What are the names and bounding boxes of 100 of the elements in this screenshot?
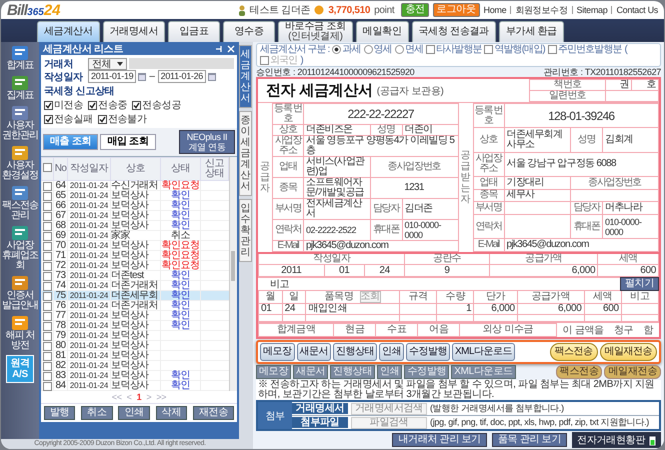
nav-tab[interactable]: 입금표: [168, 21, 220, 42]
status-checkbox[interactable]: 전송중: [88, 98, 128, 112]
status-checkbox[interactable]: 전송불가: [98, 112, 147, 126]
option-checkbox[interactable]: 역발행(매입): [484, 44, 545, 55]
list-row[interactable]: 83 2011-01-24 보덕상사 확인: [42, 371, 228, 381]
header-link[interactable]: Contact Us: [616, 5, 658, 15]
row-checkbox[interactable]: [43, 292, 52, 300]
sidebar-label[interactable]: 해피 처방전: [2, 331, 38, 351]
footer-button[interactable]: 품목 관리 보기: [492, 433, 568, 447]
side-tab[interactable]: 세금계산서: [239, 45, 252, 108]
pin-icon[interactable]: [215, 44, 223, 52]
scrollbar[interactable]: [229, 157, 237, 391]
sidebar-label[interactable]: 합계표: [2, 61, 38, 71]
list-row[interactable]: 72 2011-01-24 보덕상사 확인요청: [42, 261, 228, 271]
option-checkbox[interactable]: 주민번호발행분: [548, 44, 622, 55]
list-row[interactable]: 80 2011-01-24 보덕상사: [42, 341, 228, 351]
row-checkbox[interactable]: [43, 232, 52, 240]
row-checkbox[interactable]: [43, 332, 52, 340]
toolbar-button[interactable]: 메모장: [260, 343, 294, 361]
side-tab[interactable]: 입수확관리: [239, 199, 252, 262]
row-checkbox[interactable]: [43, 312, 52, 320]
list-row[interactable]: 64 2011-01-24 수신거래처 확인요청: [42, 180, 228, 191]
row-checkbox[interactable]: [43, 372, 52, 380]
list-row[interactable]: 75 2011-01-24 더존세무회 확인: [42, 291, 228, 301]
sidebar-label[interactable]: 인증서 발급안내: [2, 291, 38, 311]
list-row[interactable]: 67 2011-01-24 보덕상사 확인: [42, 211, 228, 221]
list-row[interactable]: 76 2011-01-24 더존거래처 확인: [42, 301, 228, 311]
row-checkbox[interactable]: [43, 302, 52, 310]
list-row[interactable]: 77 2011-01-24 보덕상사 확인: [42, 311, 228, 321]
send-button[interactable]: 메일재전송: [604, 365, 661, 379]
sidebar-label[interactable]: 팩스전송 관리: [2, 201, 38, 221]
toolbar-button[interactable]: 수정발행: [406, 343, 450, 361]
partner-field[interactable]: [129, 58, 234, 69]
tax-type-radio[interactable]: 면세: [394, 44, 423, 55]
sidebar-label[interactable]: 집계표: [2, 91, 38, 101]
list-row[interactable]: 73 2011-01-24 더존test 확인: [42, 271, 228, 281]
toolbar-button[interactable]: 진행상태: [333, 343, 377, 361]
sidebar-label[interactable]: 사업장 휴폐업조회: [2, 241, 38, 271]
row-checkbox[interactable]: [43, 282, 52, 290]
action-button[interactable]: 인쇄: [118, 406, 150, 420]
send-button[interactable]: 팩스전송: [556, 365, 602, 379]
row-checkbox[interactable]: [43, 182, 52, 190]
option-checkbox[interactable]: 타사발행분: [426, 44, 482, 55]
send-button[interactable]: 팩스전송: [550, 343, 598, 361]
nav-tab[interactable]: 메일확인: [356, 21, 409, 42]
link-button[interactable]: NEOplus II 계열 연동: [179, 130, 235, 154]
list-row[interactable]: 66 2011-01-24 보덕상사 확인: [42, 201, 228, 211]
row-checkbox[interactable]: [43, 352, 52, 360]
status-checkbox[interactable]: 전송실패: [44, 112, 93, 126]
close-icon[interactable]: [227, 44, 235, 52]
select-all-checkbox[interactable]: [43, 163, 52, 172]
status-checkbox[interactable]: 미전송: [44, 98, 84, 112]
dashboard-label[interactable]: 전자거래현황판: [577, 433, 645, 447]
calendar-icon[interactable]: [208, 72, 216, 80]
row-checkbox[interactable]: [43, 202, 52, 210]
toolbar-button[interactable]: 새문서: [296, 343, 331, 361]
nav-tab[interactable]: 부가세 환급: [498, 21, 564, 42]
calendar-icon[interactable]: [138, 72, 146, 80]
header-link[interactable]: Sitemap: [576, 5, 608, 15]
nav-tab[interactable]: 거래명세서: [102, 21, 166, 42]
footer-button[interactable]: 내거래처 관리 보기: [392, 433, 487, 447]
row-checkbox[interactable]: [43, 382, 52, 390]
list-row[interactable]: 68 2011-01-24 보덕상사 확인: [42, 221, 228, 231]
row-checkbox[interactable]: [43, 192, 52, 200]
nav-tab[interactable]: 국세청 전송결과: [412, 21, 496, 42]
mode-tab[interactable]: 매입 조회: [100, 134, 156, 150]
list-row[interactable]: 70 2011-01-24 보덕상사 확인요청: [42, 241, 228, 251]
sidebar-label[interactable]: 사용자 환경설정: [2, 161, 38, 181]
row-checkbox[interactable]: [43, 212, 52, 220]
side-tab[interactable]: 종이세금계산서: [239, 111, 252, 196]
sidebar-label[interactable]: 사용자 권한관리: [2, 121, 38, 141]
list-row[interactable]: 65 2011-01-24 보덕상사 확인: [42, 191, 228, 201]
row-checkbox[interactable]: [43, 262, 52, 270]
action-button[interactable]: 삭제: [156, 406, 188, 420]
row-checkbox[interactable]: [43, 322, 52, 330]
row-checkbox[interactable]: [43, 252, 52, 260]
send-button[interactable]: 메일재전송: [600, 343, 657, 361]
dashboard-button[interactable]: 전자거래현황판: [572, 432, 661, 448]
tax-type-radio[interactable]: 과세: [332, 44, 361, 55]
list-row[interactable]: 78 2011-01-24 보덕상사 확인: [42, 321, 228, 331]
list-row[interactable]: 82 2011-01-24 보덕상사: [42, 361, 228, 371]
page-link[interactable]: 1: [136, 392, 142, 402]
list-row[interactable]: 79 2011-01-24 보덕상사: [42, 331, 228, 341]
action-button[interactable]: 취소: [81, 406, 113, 420]
status-checkbox[interactable]: 전송성공: [132, 98, 182, 112]
partner-select[interactable]: 전체: [88, 58, 128, 70]
header-link[interactable]: Home: [484, 5, 506, 15]
tax-type-radio[interactable]: 영세: [364, 44, 392, 55]
toolbar-button[interactable]: 인쇄: [379, 343, 404, 361]
row-checkbox[interactable]: [43, 272, 52, 280]
nav-tab[interactable]: 세금계산서: [37, 21, 100, 42]
action-button[interactable]: 발행: [44, 406, 76, 420]
list-row[interactable]: 71 2011-01-24 보덕상사 확인요청: [42, 251, 228, 261]
nav-tab[interactable]: 바로수금 조회 (인터넷결제): [278, 21, 353, 42]
action-button[interactable]: 재전송: [192, 406, 234, 420]
row-checkbox[interactable]: [43, 362, 52, 370]
row-checkbox[interactable]: [43, 342, 52, 350]
date-field[interactable]: 2011-01-26: [158, 70, 206, 83]
list-row[interactable]: 69 2011-01-24 家家 취소: [42, 231, 228, 241]
nav-tab[interactable]: 영수증: [223, 21, 276, 42]
